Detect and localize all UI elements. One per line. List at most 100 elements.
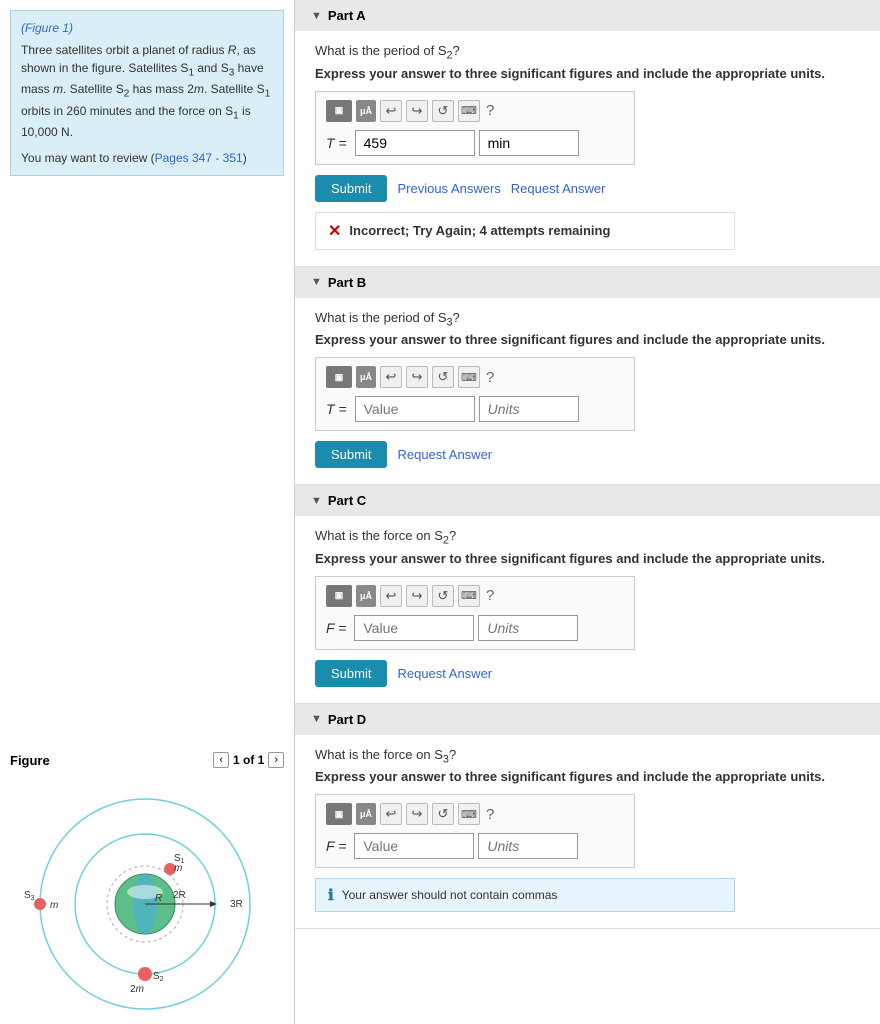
part-d-collapse-icon[interactable]: ▼ — [311, 713, 322, 725]
part-a-units-input[interactable] — [479, 130, 579, 156]
part-d-body: What is the force on S3? Express your an… — [295, 735, 880, 929]
grid-icon[interactable]: ▣ — [326, 100, 352, 122]
undo-btn-d[interactable]: ↩ — [380, 803, 402, 825]
part-c-toolbar: ▣ μÅ ↩ ↪ ↺ ⌨ ? — [326, 585, 624, 607]
help-btn[interactable]: ? — [486, 102, 494, 119]
redo-btn[interactable]: ↪ — [406, 100, 428, 122]
part-a-eq-label: T = — [326, 135, 347, 151]
part-c-answer-box: ▣ μÅ ↩ ↪ ↺ ⌨ ? F = — [315, 576, 635, 650]
part-b-value-input[interactable] — [355, 396, 475, 422]
part-d-label: Part D — [328, 712, 366, 727]
part-a-instructions: Express your answer to three significant… — [315, 66, 860, 81]
part-c-question: What is the force on S2? — [315, 528, 860, 547]
part-c-body: What is the force on S2? Express your an… — [295, 516, 880, 703]
info-icon: ℹ — [328, 886, 334, 904]
figure-prev-btn[interactable]: ‹ — [213, 752, 229, 768]
part-a-section: ▼ Part A What is the period of S2? Expre… — [295, 0, 880, 267]
keyboard-btn[interactable]: ⌨ — [458, 100, 480, 122]
part-b-body: What is the period of S3? Express your a… — [295, 298, 880, 485]
part-a-value-input[interactable] — [355, 130, 475, 156]
part-b-request-answer-link[interactable]: Request Answer — [397, 447, 492, 462]
part-c-value-input[interactable] — [354, 615, 474, 641]
part-a-label: Part A — [328, 8, 366, 23]
part-c-header: ▼ Part C — [295, 485, 880, 516]
figure-header: Figure ‹ 1 of 1 › — [10, 752, 284, 768]
part-a-prev-answers-link[interactable]: Previous Answers — [397, 181, 500, 196]
part-b-answer-box: ▣ μÅ ↩ ↪ ↺ ⌨ ? T = — [315, 357, 635, 431]
undo-btn-c[interactable]: ↩ — [380, 585, 402, 607]
left-panel: (Figure 1) Three satellites orbit a plan… — [0, 0, 295, 1024]
keyboard-btn-b[interactable]: ⌨ — [458, 366, 480, 388]
svg-text:m: m — [174, 863, 182, 874]
part-a-submit-btn[interactable]: Submit — [315, 175, 387, 202]
help-btn-d[interactable]: ? — [486, 806, 494, 823]
mua-icon[interactable]: μÅ — [356, 100, 376, 122]
part-d-section: ▼ Part D What is the force on S3? Expres… — [295, 704, 880, 930]
figure-title: Figure — [10, 753, 50, 768]
part-c-units-input[interactable] — [478, 615, 578, 641]
part-a-error-text: Incorrect; Try Again; 4 attempts remaini… — [349, 223, 610, 238]
part-b-collapse-icon[interactable]: ▼ — [311, 276, 322, 288]
part-b-submit-btn[interactable]: Submit — [315, 441, 387, 468]
part-d-header: ▼ Part D — [295, 704, 880, 735]
part-a-request-answer-link[interactable]: Request Answer — [511, 181, 606, 196]
part-d-info-text: Your answer should not contain commas — [342, 888, 558, 902]
figure-nav-label: 1 of 1 — [233, 753, 264, 767]
grid-icon-c[interactable]: ▣ — [326, 585, 352, 607]
reset-btn[interactable]: ↺ — [432, 100, 454, 122]
part-a-body: What is the period of S2? Express your a… — [295, 31, 880, 266]
part-d-instructions: Express your answer to three significant… — [315, 769, 860, 784]
reset-btn-c[interactable]: ↺ — [432, 585, 454, 607]
part-c-submit-btn[interactable]: Submit — [315, 660, 387, 687]
redo-btn-c[interactable]: ↪ — [406, 585, 428, 607]
svg-text:2m: 2m — [130, 984, 144, 995]
part-b-toolbar: ▣ μÅ ↩ ↪ ↺ ⌨ ? — [326, 366, 624, 388]
svg-text:2R: 2R — [173, 890, 186, 901]
part-c-eq-label: F = — [326, 620, 346, 636]
part-c-section: ▼ Part C What is the force on S2? Expres… — [295, 485, 880, 704]
part-a-toolbar: ▣ μÅ ↩ ↪ ↺ ⌨ ? — [326, 100, 624, 122]
part-b-instructions: Express your answer to three significant… — [315, 332, 860, 347]
part-c-request-answer-link[interactable]: Request Answer — [397, 666, 492, 681]
part-b-eq-label: T = — [326, 401, 347, 417]
part-b-units-input[interactable] — [479, 396, 579, 422]
mua-icon-b[interactable]: μÅ — [356, 366, 376, 388]
keyboard-btn-d[interactable]: ⌨ — [458, 803, 480, 825]
reset-btn-d[interactable]: ↺ — [432, 803, 454, 825]
redo-btn-b[interactable]: ↪ — [406, 366, 428, 388]
part-a-collapse-icon[interactable]: ▼ — [311, 10, 322, 22]
reset-btn-b[interactable]: ↺ — [432, 366, 454, 388]
grid-icon-d[interactable]: ▣ — [326, 803, 352, 825]
part-d-input-row: F = — [326, 833, 624, 859]
part-d-value-input[interactable] — [354, 833, 474, 859]
part-a-header: ▼ Part A — [295, 0, 880, 31]
grid-icon-b[interactable]: ▣ — [326, 366, 352, 388]
error-icon: ✕ — [328, 221, 341, 241]
undo-btn[interactable]: ↩ — [380, 100, 402, 122]
description-text: Three satellites orbit a planet of radiu… — [21, 41, 273, 141]
figure-nav[interactable]: ‹ 1 of 1 › — [213, 752, 284, 768]
part-d-units-input[interactable] — [478, 833, 578, 859]
help-btn-c[interactable]: ? — [486, 587, 494, 604]
part-a-error-box: ✕ Incorrect; Try Again; 4 attempts remai… — [315, 212, 735, 250]
mua-icon-d[interactable]: μÅ — [356, 803, 376, 825]
part-b-input-row: T = — [326, 396, 624, 422]
help-btn-b[interactable]: ? — [486, 369, 494, 386]
review-text[interactable]: You may want to review (Pages 347 - 351) — [21, 149, 273, 167]
part-c-action-row: Submit Request Answer — [315, 660, 860, 687]
part-c-label: Part C — [328, 493, 366, 508]
svg-text:m: m — [50, 900, 58, 911]
redo-btn-d[interactable]: ↪ — [406, 803, 428, 825]
svg-text:S2: S2 — [153, 971, 164, 983]
figure-canvas: R 2R 3R S1 m S3 m S2 2m — [10, 774, 280, 1014]
part-d-question: What is the force on S3? — [315, 747, 860, 766]
part-c-collapse-icon[interactable]: ▼ — [311, 495, 322, 507]
svg-text:S3: S3 — [24, 890, 35, 902]
keyboard-btn-c[interactable]: ⌨ — [458, 585, 480, 607]
figure-next-btn[interactable]: › — [268, 752, 284, 768]
mua-icon-c[interactable]: μÅ — [356, 585, 376, 607]
part-d-eq-label: F = — [326, 838, 346, 854]
undo-btn-b[interactable]: ↩ — [380, 366, 402, 388]
right-panel: ▼ Part A What is the period of S2? Expre… — [295, 0, 880, 1024]
part-a-question: What is the period of S2? — [315, 43, 860, 62]
